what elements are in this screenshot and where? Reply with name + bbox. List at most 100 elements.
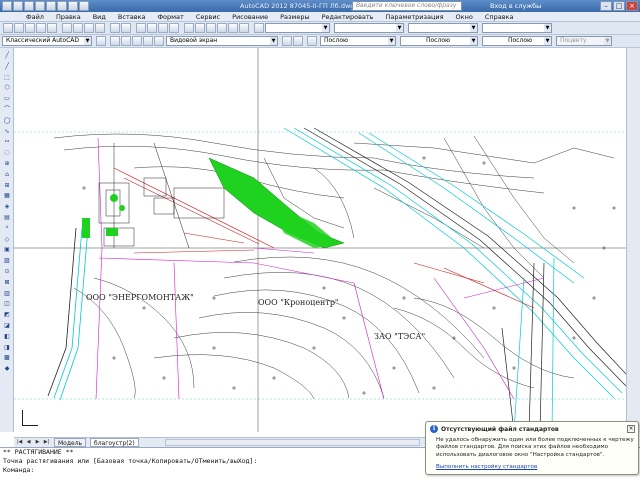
layer-properties-icon[interactable] xyxy=(110,36,120,46)
draw-tool-icon[interactable]: ⊠ xyxy=(2,278,12,287)
draw-tool-icon[interactable]: ◩ xyxy=(2,310,12,319)
layer-combo[interactable]: Видовой экран ▼ xyxy=(166,36,278,46)
copy-icon[interactable] xyxy=(73,23,83,33)
undo-icon[interactable] xyxy=(110,23,120,33)
paste-icon[interactable] xyxy=(84,23,94,33)
help-icon[interactable] xyxy=(254,23,264,33)
draw-tool-icon[interactable]: ▤ xyxy=(2,213,12,222)
redo-icon[interactable] xyxy=(79,1,89,11)
draw-tool-icon[interactable]: ◫ xyxy=(2,299,12,308)
draw-tool-icon[interactable]: ◈ xyxy=(2,202,12,211)
minimize-button[interactable]: – xyxy=(600,1,612,11)
lineweight-combo[interactable]: Послою ▼ xyxy=(482,36,552,46)
zoom-realtime-icon[interactable] xyxy=(147,23,157,33)
draw-tool-icon[interactable]: ╱ xyxy=(2,62,12,71)
menu-item[interactable]: Правка xyxy=(50,13,87,21)
draw-tool-icon[interactable]: ▨ xyxy=(2,256,12,265)
last-tab-icon[interactable]: ▶| xyxy=(43,439,50,446)
search-input[interactable]: Введите ключевое слово/фразу xyxy=(352,1,462,11)
tool-palettes-icon[interactable] xyxy=(206,23,216,33)
draw-tool-icon[interactable]: ◌ xyxy=(2,148,12,157)
draw-tool-icon[interactable]: ⌂ xyxy=(2,170,12,179)
draw-tool-icon[interactable]: ⬚ xyxy=(2,73,12,82)
text-style-combo[interactable]: ▼ xyxy=(265,23,330,33)
draw-tool-icon[interactable]: ⊙ xyxy=(2,267,12,276)
menu-item[interactable]: Редактировать xyxy=(316,13,380,21)
color-square-icon[interactable] xyxy=(154,36,164,46)
calculator-icon[interactable] xyxy=(239,23,249,33)
maximize-button[interactable]: □ xyxy=(613,1,625,11)
menu-item[interactable]: Рисование xyxy=(226,13,274,21)
next-tab-icon[interactable]: ▶ xyxy=(34,439,41,446)
draw-tool-icon[interactable]: ▩ xyxy=(2,353,12,362)
menu-item[interactable]: Размеры xyxy=(274,13,316,21)
draw-tool-icon[interactable]: ╱ xyxy=(2,51,12,60)
zoom-previous-icon[interactable] xyxy=(169,23,179,33)
sun-icon[interactable] xyxy=(132,36,142,46)
zoom-window-icon[interactable] xyxy=(158,23,168,33)
cut-icon[interactable] xyxy=(62,23,72,33)
pan-icon[interactable] xyxy=(136,23,146,33)
open-icon[interactable] xyxy=(14,23,24,33)
first-tab-icon[interactable]: |◀ xyxy=(16,439,23,446)
plot-icon[interactable] xyxy=(36,23,46,33)
dim-style-combo[interactable]: ▼ xyxy=(334,23,404,33)
configure-standards-link[interactable]: Выполнить настройку стандартов xyxy=(436,464,537,470)
sheet-set-icon[interactable] xyxy=(217,23,227,33)
draw-tool-icon[interactable]: ◯ xyxy=(2,116,12,125)
tab-model[interactable]: Модель xyxy=(54,438,87,447)
menu-item[interactable]: Вид xyxy=(87,13,112,21)
draw-tool-icon[interactable]: ◨ xyxy=(2,343,12,352)
menu-item[interactable]: Вставка xyxy=(112,13,152,21)
new-file-icon[interactable] xyxy=(13,1,23,11)
menu-item[interactable]: Параметризация xyxy=(380,13,450,21)
color-combo[interactable]: Послою ▼ xyxy=(320,36,396,46)
plotstyle-combo[interactable]: Поцвету ▼ xyxy=(556,36,612,46)
menu-item[interactable]: Файл xyxy=(20,13,50,21)
menu-item[interactable]: Справка xyxy=(479,13,520,21)
login-link[interactable]: Вход в службы xyxy=(490,2,541,10)
draw-tool-icon[interactable]: ⊕ xyxy=(2,159,12,168)
draw-tool-icon[interactable]: ∾ xyxy=(2,137,12,146)
color-icon[interactable] xyxy=(307,36,317,46)
open-file-icon[interactable] xyxy=(24,1,34,11)
app-menu-icon[interactable] xyxy=(2,1,12,11)
linetype-combo[interactable]: Послою ▼ xyxy=(400,36,478,46)
draw-tool-icon[interactable]: ◇ xyxy=(2,235,12,244)
draw-tool-icon[interactable]: ⬡ xyxy=(2,83,12,92)
prev-tab-icon[interactable]: ◀ xyxy=(25,439,32,446)
print-icon[interactable] xyxy=(57,1,67,11)
preview-icon[interactable] xyxy=(47,23,57,33)
draw-tool-icon[interactable]: ▣ xyxy=(2,245,12,254)
draw-tool-icon[interactable]: ◪ xyxy=(2,321,12,330)
properties-icon[interactable] xyxy=(184,23,194,33)
draw-tool-icon[interactable]: ◆ xyxy=(2,364,12,373)
mleader-style-combo[interactable]: ▼ xyxy=(482,23,552,33)
save-as-icon[interactable] xyxy=(46,1,56,11)
draw-tool-icon[interactable]: ▥ xyxy=(2,289,12,298)
workspace-combo[interactable]: Классический AutoCAD ▼ xyxy=(2,36,92,46)
draw-tool-icon[interactable]: ◧ xyxy=(2,332,12,341)
workspace-settings-icon[interactable] xyxy=(96,36,106,46)
draw-tool-icon[interactable]: ⌒ xyxy=(2,105,12,114)
light-bulb-icon[interactable] xyxy=(121,36,131,46)
make-current-icon[interactable] xyxy=(282,36,292,46)
menu-item[interactable]: Окно xyxy=(450,13,479,21)
menu-item[interactable]: Формат xyxy=(151,13,189,21)
draw-tool-icon[interactable]: ▭ xyxy=(2,94,12,103)
redo-icon[interactable] xyxy=(121,23,131,33)
tab-layout[interactable]: благоустр(2) xyxy=(90,438,139,447)
draw-tool-icon[interactable]: ⊞ xyxy=(2,181,12,190)
design-center-icon[interactable] xyxy=(195,23,205,33)
draw-tool-icon[interactable]: ▦ xyxy=(2,191,12,200)
drawing-viewport[interactable]: ООО "ЭНЕРГОМОНТАЖ" ООО "Кроноцентр" ЗАО … xyxy=(14,48,626,432)
close-icon[interactable]: × xyxy=(627,425,635,433)
draw-tool-icon[interactable]: ᴬ xyxy=(2,224,12,233)
layer-previous-icon[interactable] xyxy=(293,36,303,46)
match-properties-icon[interactable] xyxy=(95,23,105,33)
undo-icon[interactable] xyxy=(68,1,78,11)
close-button[interactable]: × xyxy=(626,1,638,11)
lock-icon[interactable] xyxy=(143,36,153,46)
table-style-combo[interactable]: ▼ xyxy=(408,23,478,33)
menu-item[interactable]: Сервис xyxy=(190,13,226,21)
